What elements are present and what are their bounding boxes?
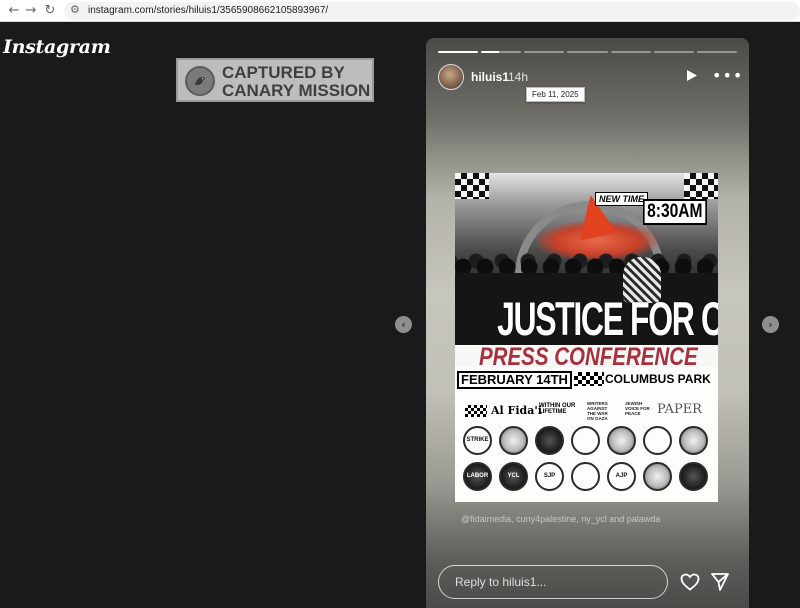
chevron-right-icon[interactable]: ›: [762, 316, 779, 333]
org-circle-logo: [679, 426, 708, 455]
story-username[interactable]: hiluis1: [471, 70, 509, 84]
org-logo-writers: WRITERS AGAINST THE WAR ON GAZA: [587, 401, 608, 421]
date-tooltip: Feb 11, 2025: [526, 87, 585, 102]
org-circle-logo: [571, 426, 600, 455]
org-circle-logo: [535, 426, 564, 455]
progress-segment: [524, 51, 565, 53]
progress-segment: [610, 51, 651, 53]
checker-pattern: [684, 173, 718, 199]
story-mentions-caption[interactable]: @fidaimedia, cuny4palestine, ny_ycl and …: [461, 514, 660, 524]
browser-toolbar: ← → ↻ ⚙ instagram.com/stories/hiluis1/35…: [0, 0, 800, 22]
org-circle-logo: SJP: [535, 462, 564, 491]
canary-mission-watermark: CAPTURED BY CANARY MISSION: [176, 58, 374, 102]
org-circle-logo: [643, 462, 672, 491]
canary-bird-icon: [185, 66, 215, 96]
story-poster-image[interactable]: NEW TIME 8:30AM JUSTICE FOR CUNY 8 PRESS…: [455, 173, 718, 502]
org-logo-jvp: JEWISH VOICE FOR PEACE: [625, 401, 650, 416]
progress-segment: [567, 51, 608, 53]
more-options-icon[interactable]: •••: [712, 66, 743, 85]
story-time: 14h: [508, 70, 529, 84]
org-circle-logo: STRIKE: [463, 426, 492, 455]
poster-orgs-row: Al Fida'i WITHIN OUR LIFETIME WRITERS AG…: [455, 401, 718, 421]
instagram-logo[interactable]: Instagram: [3, 36, 111, 58]
poster-subtitle-text: PRESS CONFERENCE: [479, 343, 698, 371]
poster-time: 8:30AM: [643, 199, 707, 225]
address-bar[interactable]: ⚙ instagram.com/stories/hiluis1/35659086…: [64, 2, 800, 20]
watermark-line-1: CAPTURED BY: [222, 63, 345, 82]
org-circle-logo: [643, 426, 672, 455]
org-circle-logo: LABOR: [463, 462, 492, 491]
watermark-line-2: CANARY MISSION: [222, 81, 371, 100]
poster-info-row: FEBRUARY 14TH COLUMBUS PARK: [455, 369, 718, 389]
story-progress-bar: [438, 51, 737, 53]
progress-segment: [696, 51, 737, 53]
org-logo-alfidai: Al Fida'i: [491, 404, 542, 417]
org-circle-logo: AJP: [607, 462, 636, 491]
checker-pattern: [455, 173, 489, 199]
url-text[interactable]: instagram.com/stories/hiluis1/3565908662…: [88, 5, 328, 16]
reply-field[interactable]: [438, 565, 668, 599]
progress-segment: [438, 51, 479, 53]
org-logo: [465, 405, 487, 417]
org-logo-within: WITHIN OUR LIFETIME: [539, 403, 576, 415]
back-arrow-icon[interactable]: ←: [6, 3, 22, 19]
org-circle-logo: [679, 462, 708, 491]
progress-segment: [653, 51, 694, 53]
org-circle-logo: [607, 426, 636, 455]
send-icon[interactable]: [710, 572, 730, 592]
org-logo-paper: PAPER: [657, 402, 702, 417]
forward-arrow-icon[interactable]: →: [23, 3, 39, 19]
checker-pattern: [574, 372, 604, 386]
org-circle-logo: [499, 426, 528, 455]
tune-icon[interactable]: ⚙: [70, 3, 80, 16]
poster-new-time: NEW TIME: [595, 192, 648, 206]
play-icon[interactable]: [686, 69, 698, 82]
progress-segment: [481, 51, 522, 53]
poster-title: JUSTICE FOR CUNY 8: [497, 292, 718, 345]
chevron-left-icon[interactable]: ‹: [395, 316, 412, 333]
poster-location: COLUMBUS PARK: [605, 372, 711, 386]
heart-icon[interactable]: [680, 573, 700, 591]
reply-input[interactable]: [455, 575, 655, 589]
poster-date: FEBRUARY 14TH: [457, 371, 572, 389]
org-circle-logo: YCL: [499, 462, 528, 491]
org-circle-logo: [571, 462, 600, 491]
reload-icon[interactable]: ↻: [42, 3, 58, 19]
poster-subtitle: PRESS CONFERENCE: [455, 343, 718, 371]
story-viewer: hiluis1 14h ••• Feb 11, 2025 NEW TIME 8:…: [426, 38, 749, 608]
avatar[interactable]: [438, 64, 464, 90]
